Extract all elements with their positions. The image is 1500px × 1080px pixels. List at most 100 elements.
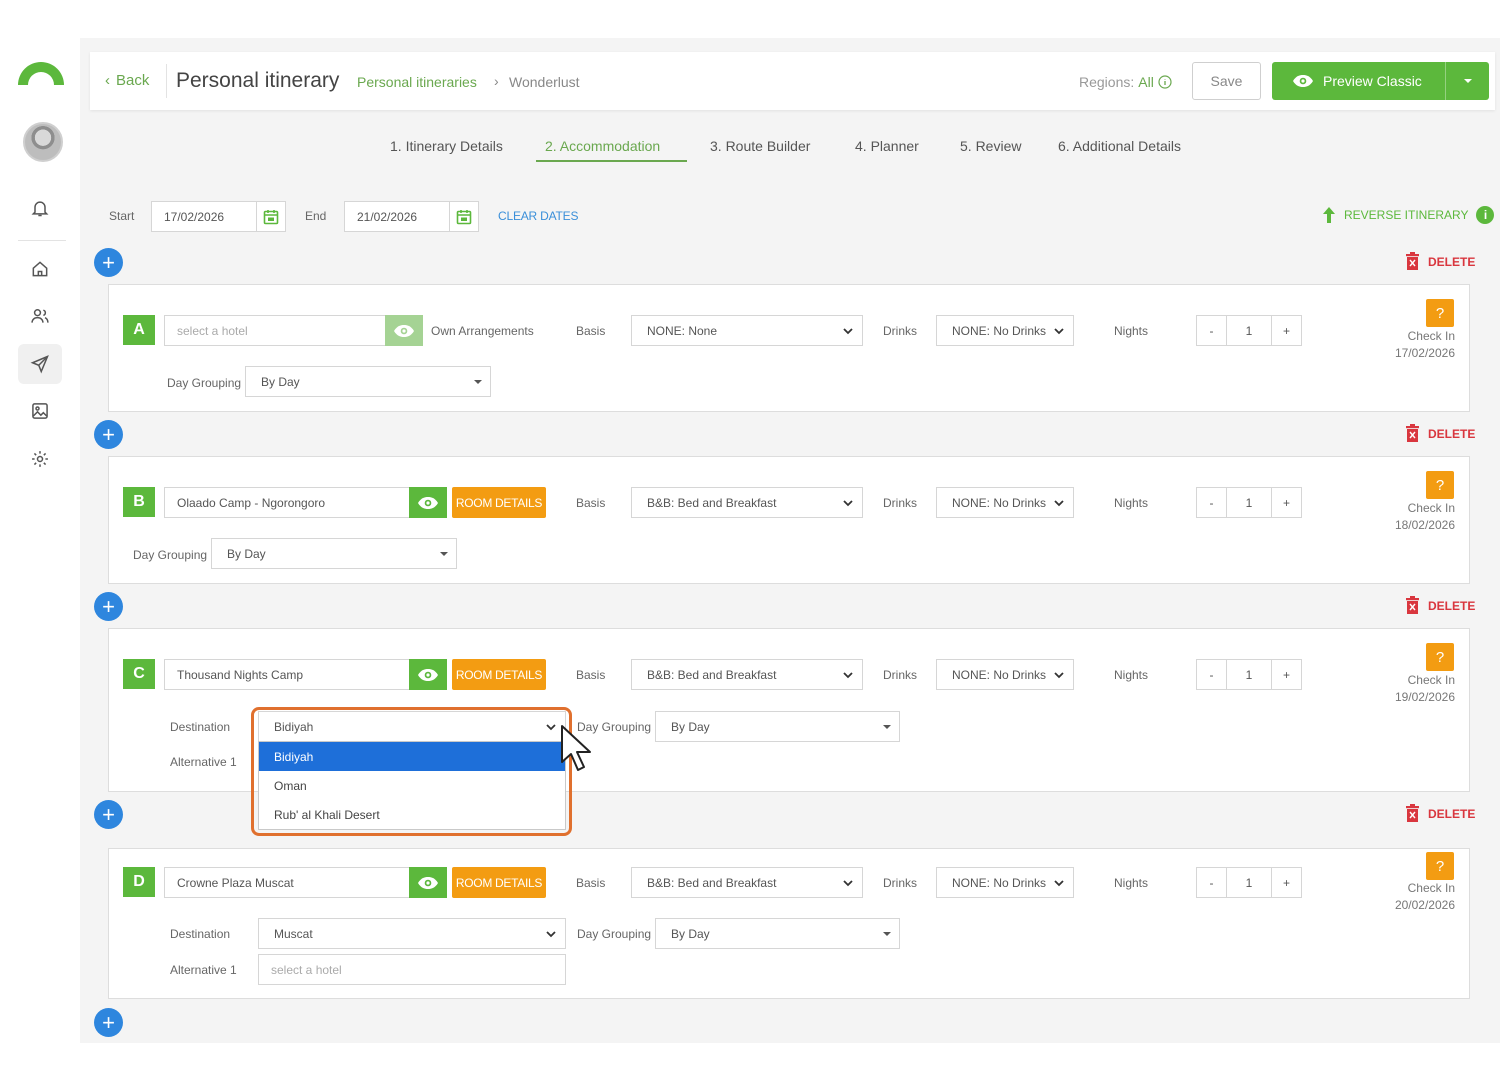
image-icon[interactable] <box>18 391 62 431</box>
hotel-input[interactable]: select a hotel <box>164 315 386 346</box>
tab-additional-details[interactable]: 6. Additional Details <box>1058 138 1181 154</box>
alternative-hotel-input[interactable]: select a hotel <box>258 954 566 985</box>
nights-stepper[interactable]: - 1 + <box>1196 867 1302 898</box>
users-icon[interactable] <box>18 296 62 336</box>
increment-button[interactable]: + <box>1272 868 1301 897</box>
caret-down-icon <box>440 551 448 556</box>
eye-icon[interactable] <box>409 659 447 690</box>
breadcrumb-parent[interactable]: Personal itineraries <box>357 74 477 90</box>
clear-dates-link[interactable]: CLEAR DATES <box>498 209 578 223</box>
add-accommodation-button[interactable]: + <box>94 1008 123 1037</box>
add-accommodation-button[interactable]: + <box>94 420 123 449</box>
nights-stepper[interactable]: - 1 + <box>1196 315 1302 346</box>
hotel-input[interactable]: Crowne Plaza Muscat <box>164 867 410 898</box>
increment-button[interactable]: + <box>1272 488 1301 517</box>
trash-icon <box>1406 804 1419 822</box>
day-grouping-select[interactable]: By Day <box>245 366 491 397</box>
room-details-button[interactable]: ROOM DETAILS <box>452 867 546 898</box>
eye-icon[interactable] <box>409 487 447 518</box>
basis-select[interactable]: B&B: Bed and Breakfast <box>631 659 863 690</box>
reverse-itinerary-link[interactable]: REVERSE ITINERARY i <box>1322 206 1495 224</box>
tab-route-builder[interactable]: 3. Route Builder <box>710 138 810 154</box>
decrement-button[interactable]: - <box>1197 868 1226 897</box>
nights-value[interactable]: 1 <box>1226 660 1272 689</box>
hotel-input[interactable]: Olaado Camp - Ngorongoro <box>164 487 410 518</box>
dropdown-highlight-frame <box>251 707 572 836</box>
basis-select[interactable]: B&B: Bed and Breakfast <box>631 487 863 518</box>
help-button[interactable]: ? <box>1426 643 1454 671</box>
drinks-label: Drinks <box>883 876 918 890</box>
back-link[interactable]: ‹ Back <box>105 72 149 89</box>
gear-icon[interactable] <box>18 439 62 479</box>
breadcrumb-current: Wonderlust <box>509 74 580 90</box>
tab-accommodation[interactable]: 2. Accommodation <box>545 138 660 154</box>
save-button[interactable]: Save <box>1192 62 1261 100</box>
breadcrumb-separator: › <box>494 73 499 89</box>
preview-classic-button[interactable]: Preview Classic <box>1272 62 1489 100</box>
delete-button[interactable]: DELETE <box>1405 596 1475 615</box>
bell-icon[interactable] <box>18 188 62 228</box>
tab-planner[interactable]: 4. Planner <box>855 138 919 154</box>
eye-icon[interactable] <box>385 315 423 346</box>
room-details-button[interactable]: ROOM DETAILS <box>452 659 546 690</box>
end-date-input[interactable]: 21/02/2026 <box>344 201 450 232</box>
send-icon[interactable] <box>18 344 62 384</box>
preview-dropdown-toggle[interactable] <box>1445 62 1489 100</box>
eye-icon[interactable] <box>409 867 447 898</box>
destination-select[interactable]: Muscat <box>258 918 566 949</box>
room-details-button[interactable]: ROOM DETAILS <box>452 487 546 518</box>
day-grouping-select[interactable]: By Day <box>655 711 900 742</box>
nights-value[interactable]: 1 <box>1226 488 1272 517</box>
add-accommodation-button[interactable]: + <box>94 248 123 277</box>
logo-icon[interactable] <box>14 55 68 89</box>
day-grouping-select[interactable]: By Day <box>655 918 900 949</box>
increment-button[interactable]: + <box>1272 660 1301 689</box>
increment-button[interactable]: + <box>1272 316 1301 345</box>
header-divider <box>166 64 167 98</box>
calendar-icon[interactable] <box>256 201 286 232</box>
day-grouping-label: Day Grouping <box>167 376 242 390</box>
own-arrangements-label[interactable]: Own Arrangements <box>431 324 534 338</box>
basis-select[interactable]: NONE: None <box>631 315 863 346</box>
day-grouping-label: Day Grouping <box>133 548 208 562</box>
help-button[interactable]: ? <box>1426 299 1454 327</box>
decrement-button[interactable]: - <box>1197 316 1226 345</box>
avatar[interactable] <box>23 122 63 162</box>
delete-button[interactable]: DELETE <box>1405 424 1475 443</box>
drinks-select[interactable]: NONE: No Drinks <box>936 487 1074 518</box>
add-accommodation-button[interactable]: + <box>94 800 123 829</box>
nights-stepper[interactable]: - 1 + <box>1196 487 1302 518</box>
drinks-select[interactable]: NONE: No Drinks <box>936 659 1074 690</box>
nights-value[interactable]: 1 <box>1226 868 1272 897</box>
home-icon[interactable] <box>18 249 62 289</box>
tab-itinerary-details[interactable]: 1. Itinerary Details <box>390 138 503 154</box>
decrement-button[interactable]: - <box>1197 488 1226 517</box>
day-grouping-select[interactable]: By Day <box>211 538 457 569</box>
start-date-label: Start <box>109 209 135 223</box>
nights-stepper[interactable]: - 1 + <box>1196 659 1302 690</box>
delete-button[interactable]: DELETE <box>1405 252 1475 271</box>
drinks-select[interactable]: NONE: No Drinks <box>936 867 1074 898</box>
basis-label: Basis <box>576 668 606 682</box>
drinks-select[interactable]: NONE: No Drinks <box>936 315 1074 346</box>
regions-filter[interactable]: Regions: All <box>1079 74 1172 90</box>
delete-button[interactable]: DELETE <box>1405 804 1475 823</box>
alternative-label: Alternative 1 <box>170 755 237 769</box>
nights-label: Nights <box>1114 876 1149 890</box>
chevron-down-icon <box>843 327 853 334</box>
chevron-down-icon <box>1054 327 1064 334</box>
hotel-input[interactable]: Thousand Nights Camp <box>164 659 410 690</box>
info-icon[interactable]: i <box>1476 206 1495 224</box>
chevron-down-icon <box>843 879 853 886</box>
decrement-button[interactable]: - <box>1197 660 1226 689</box>
tab-review[interactable]: 5. Review <box>960 138 1021 154</box>
check-in-info: Check In 18/02/2026 <box>1394 501 1455 532</box>
help-button[interactable]: ? <box>1426 852 1454 880</box>
help-button[interactable]: ? <box>1426 471 1454 499</box>
calendar-icon[interactable] <box>449 201 479 232</box>
start-date-input[interactable]: 17/02/2026 <box>151 201 257 232</box>
nights-value[interactable]: 1 <box>1226 316 1272 345</box>
destination-label: Destination <box>170 927 231 941</box>
basis-select[interactable]: B&B: Bed and Breakfast <box>631 867 863 898</box>
add-accommodation-button[interactable]: + <box>94 592 123 621</box>
